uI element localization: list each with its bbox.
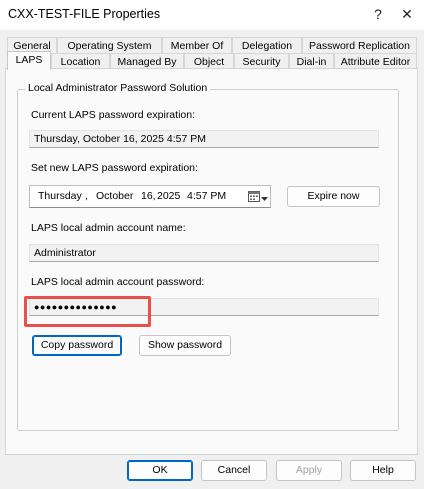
cancel-button[interactable]: Cancel (201, 460, 267, 481)
password-highlight-box (24, 296, 151, 327)
expiration-date-picker[interactable]: Thursday , October 16, 2025 4:57 PM (29, 185, 271, 208)
tab-password-replication[interactable]: Password Replication (302, 37, 417, 54)
help-button[interactable]: Help (350, 460, 416, 481)
current-expiration-label: Current LAPS password expiration: (31, 109, 195, 121)
tab-delegation[interactable]: Delegation (232, 37, 302, 54)
date-year: 2025 (157, 190, 181, 202)
copy-password-button[interactable]: Copy password (32, 335, 122, 356)
calendar-icon[interactable] (248, 191, 260, 205)
password-label: LAPS local admin account password: (31, 276, 205, 288)
date-weekday: Thursday (38, 190, 82, 202)
expire-now-button[interactable]: Expire now (287, 186, 380, 207)
account-name-label: LAPS local admin account name: (31, 222, 186, 234)
date-separator: , (85, 190, 88, 202)
current-expiration-field[interactable]: Thursday, October 16, 2025 4:57 PM (29, 130, 379, 148)
group-title: Local Administrator Password Solution (25, 82, 211, 94)
window-title: CXX-TEST-FILE Properties (8, 7, 161, 21)
account-name-field[interactable]: Administrator (29, 244, 379, 262)
tab-laps[interactable]: LAPS (7, 51, 51, 70)
set-expiration-label: Set new LAPS password expiration: (31, 162, 198, 174)
tab-member-of[interactable]: Member Of (162, 37, 232, 54)
show-password-button[interactable]: Show password (139, 335, 231, 356)
date-day: 16, (141, 190, 156, 202)
tab-operating-system[interactable]: Operating System (57, 37, 162, 54)
date-month: October (96, 190, 134, 202)
chevron-down-icon[interactable] (261, 193, 268, 205)
help-icon[interactable]: ? (367, 4, 389, 24)
close-icon[interactable]: ✕ (396, 4, 418, 24)
date-time: 4:57 PM (187, 190, 227, 202)
title-bar: CXX-TEST-FILE Properties ? ✕ (0, 0, 424, 30)
ok-button[interactable]: OK (127, 460, 193, 481)
apply-button[interactable]: Apply (276, 460, 342, 481)
